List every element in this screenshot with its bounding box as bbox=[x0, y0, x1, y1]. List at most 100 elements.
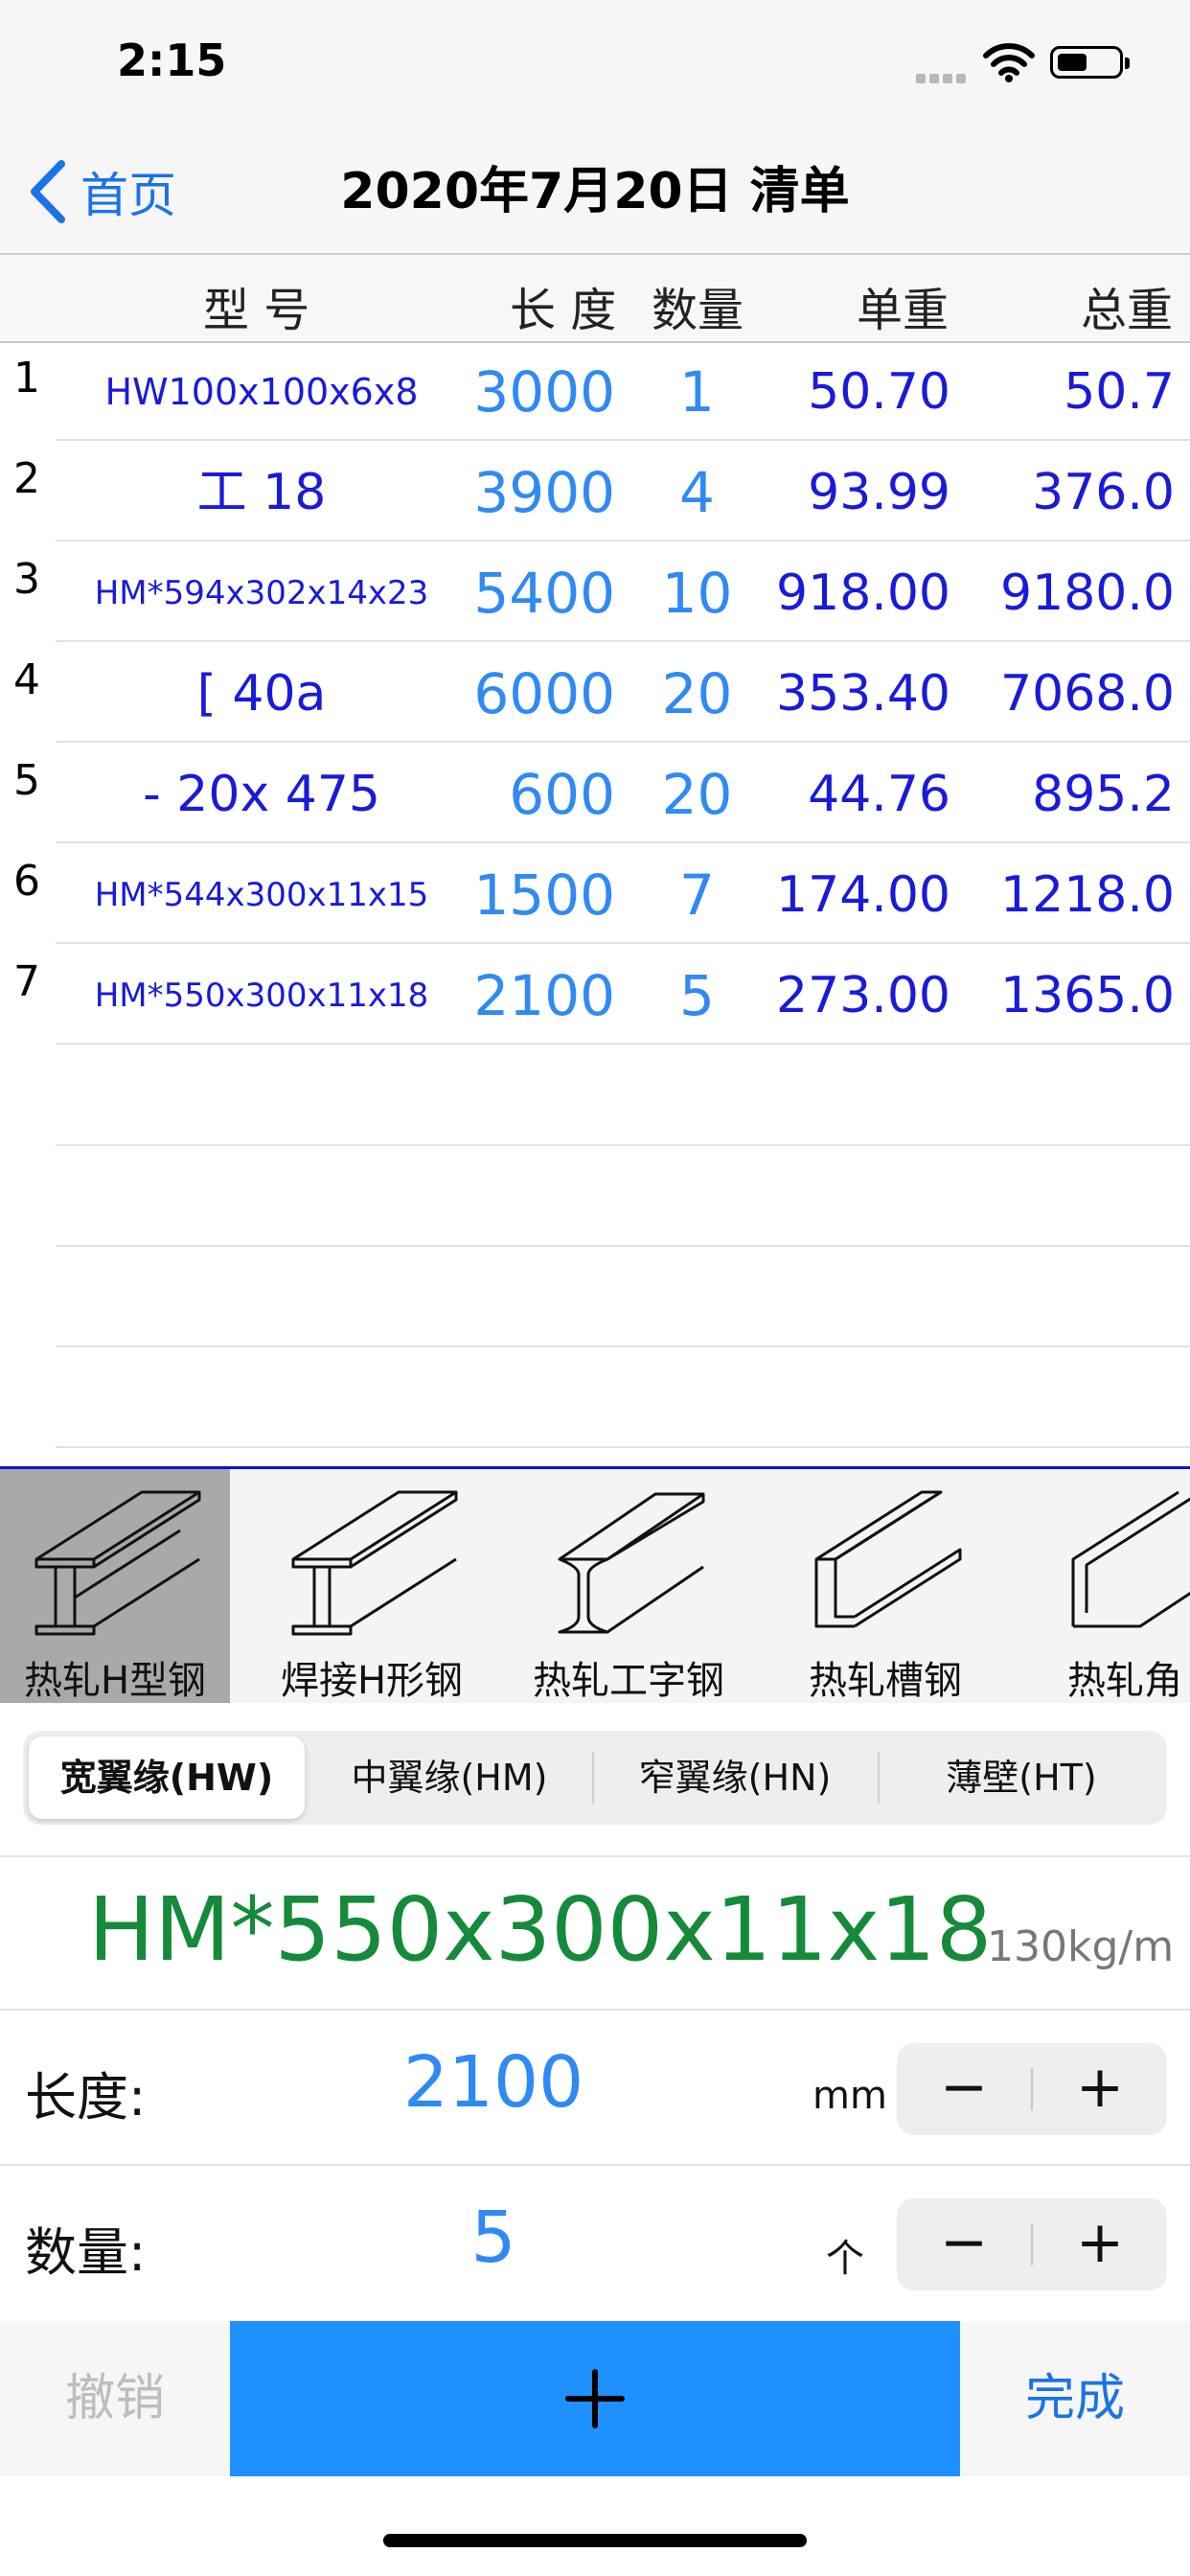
row-qty: 10 bbox=[661, 561, 733, 626]
row-length: 1500 bbox=[473, 862, 615, 928]
row-index: 3 bbox=[13, 555, 40, 604]
table-row[interactable]: 4 [ 40a 6000 20 353.40 7068.0 bbox=[0, 642, 1190, 743]
steel-type-label: 焊接H形钢 bbox=[280, 1659, 464, 1703]
row-total-weight: 7068.0 bbox=[1000, 665, 1175, 723]
angle-icon bbox=[1071, 1490, 1190, 1628]
empty-row-divider bbox=[56, 1245, 1190, 1247]
steel-type-label: 热轧工字钢 bbox=[533, 1659, 724, 1703]
flange-segmented-control: 宽翼缘(HW) 中翼缘(HM) 窄翼缘(HN) 薄壁(HT) bbox=[23, 1731, 1167, 1825]
row-length: 5400 bbox=[473, 561, 615, 626]
row-qty: 5 bbox=[679, 963, 715, 1028]
row-index: 1 bbox=[13, 354, 40, 402]
length-increment-button[interactable]: + bbox=[1033, 2043, 1167, 2135]
row-total-weight: 1218.0 bbox=[1000, 866, 1175, 924]
length-decrement-button[interactable]: − bbox=[897, 2043, 1031, 2135]
page-title: 2020年7月20日 清单 bbox=[340, 163, 850, 220]
steel-type-label: 热轧H型钢 bbox=[23, 1659, 207, 1703]
row-qty: 7 bbox=[679, 862, 715, 928]
length-label: 长度: bbox=[25, 2067, 147, 2128]
row-model: [ 40a bbox=[196, 665, 327, 723]
row-divider bbox=[56, 1043, 1190, 1045]
row-length: 6000 bbox=[473, 661, 615, 726]
table-row[interactable]: 7 HM*550x300x11x18 2100 5 273.00 1365.0 bbox=[0, 944, 1190, 1045]
row-unit-weight: 353.40 bbox=[776, 665, 950, 723]
row-index: 5 bbox=[13, 756, 40, 805]
undo-button[interactable]: 撤销 bbox=[0, 2321, 230, 2476]
segment-narrow-flange[interactable]: 窄翼缘(HN) bbox=[596, 1736, 874, 1819]
row-unit-weight: 44.76 bbox=[808, 766, 950, 823]
bottom-toolbar: 撤销 完成 bbox=[0, 2321, 1190, 2476]
qty-input[interactable]: 5 bbox=[364, 2196, 623, 2279]
empty-row-divider bbox=[56, 1144, 1190, 1146]
row-unit-weight: 50.70 bbox=[808, 363, 950, 421]
row-qty: 20 bbox=[661, 661, 733, 726]
row-model: HW100x100x6x8 bbox=[104, 371, 419, 413]
row-model: 工 18 bbox=[196, 464, 327, 521]
segment-divider bbox=[878, 1752, 880, 1804]
row-unit-weight: 273.00 bbox=[776, 967, 950, 1024]
row-total-weight: 1365.0 bbox=[1000, 967, 1175, 1024]
row-length: 600 bbox=[509, 762, 615, 827]
row-model: HM*550x300x11x18 bbox=[94, 977, 429, 1015]
qty-increment-button[interactable]: + bbox=[1033, 2198, 1167, 2290]
divider bbox=[0, 2009, 1190, 2011]
row-index: 6 bbox=[13, 857, 40, 906]
row-unit-weight: 93.99 bbox=[808, 464, 950, 521]
row-index: 7 bbox=[13, 957, 40, 1006]
column-header-unit-weight: 单重 bbox=[857, 284, 950, 337]
row-length: 2100 bbox=[473, 963, 615, 1028]
add-button[interactable] bbox=[230, 2321, 960, 2476]
plus-icon bbox=[565, 2369, 625, 2428]
welded-h-beam-icon bbox=[291, 1490, 458, 1636]
segment-wide-flange[interactable]: 宽翼缘(HW) bbox=[29, 1736, 305, 1819]
length-unit: mm bbox=[812, 2074, 887, 2118]
qty-label: 数量: bbox=[25, 2222, 147, 2283]
column-header-total-weight: 总重 bbox=[1081, 284, 1174, 337]
row-model: HM*594x302x14x23 bbox=[94, 574, 429, 612]
segment-thin-wall[interactable]: 薄壁(HT) bbox=[881, 1736, 1161, 1819]
length-stepper: − + bbox=[897, 2043, 1167, 2135]
row-total-weight: 895.2 bbox=[1032, 766, 1175, 823]
row-length: 3900 bbox=[473, 460, 615, 525]
segment-medium-flange[interactable]: 中翼缘(HM) bbox=[310, 1736, 588, 1819]
column-header-qty: 数量 bbox=[652, 284, 744, 337]
empty-row-divider bbox=[56, 1446, 1190, 1448]
spec-weight: 130kg/m bbox=[987, 1922, 1175, 1971]
row-unit-weight: 174.00 bbox=[776, 866, 950, 924]
done-button[interactable]: 完成 bbox=[960, 2321, 1190, 2476]
column-header-length: 长 度 bbox=[510, 284, 617, 337]
row-qty: 1 bbox=[679, 359, 715, 425]
segment-divider bbox=[592, 1752, 594, 1804]
row-index: 2 bbox=[13, 454, 40, 503]
row-total-weight: 9180.0 bbox=[1000, 564, 1175, 622]
battery-icon bbox=[1050, 46, 1130, 79]
row-unit-weight: 918.00 bbox=[776, 564, 950, 622]
length-input[interactable]: 2100 bbox=[364, 2041, 623, 2124]
empty-row-divider bbox=[56, 1346, 1190, 1347]
table-row[interactable]: 5 - 20x 475 600 20 44.76 895.2 bbox=[0, 743, 1190, 843]
table-row[interactable]: 6 HM*544x300x11x15 1500 7 174.00 1218.0 bbox=[0, 843, 1190, 944]
row-model: HM*544x300x11x15 bbox=[94, 876, 429, 914]
steel-type-angle[interactable]: 热轧角 bbox=[1027, 1469, 1190, 1703]
steel-type-hot-rolled-h[interactable]: 热轧H型钢 bbox=[0, 1469, 230, 1703]
table-header: 型 号 长 度 数量 单重 总重 bbox=[0, 253, 1190, 343]
steel-type-label: 热轧槽钢 bbox=[809, 1659, 962, 1703]
spec-value: HM*550x300x11x18 bbox=[88, 1878, 993, 1981]
divider bbox=[0, 1855, 1190, 1857]
status-time: 2:15 bbox=[117, 34, 227, 86]
steel-type-channel[interactable]: 热轧槽钢 bbox=[770, 1469, 1000, 1703]
row-qty: 20 bbox=[661, 762, 733, 827]
signal-icon bbox=[916, 69, 972, 83]
table-row[interactable]: 2 工 18 3900 4 93.99 376.0 bbox=[0, 441, 1190, 541]
row-length: 3000 bbox=[473, 359, 615, 425]
steel-type-i-beam[interactable]: 热轧工字钢 bbox=[514, 1469, 744, 1703]
qty-unit: 个 bbox=[826, 2237, 864, 2281]
channel-icon bbox=[814, 1490, 962, 1628]
column-header-model: 型 号 bbox=[203, 284, 310, 337]
h-beam-icon bbox=[34, 1490, 201, 1636]
qty-decrement-button[interactable]: − bbox=[897, 2198, 1031, 2290]
steel-type-welded-h[interactable]: 焊接H形钢 bbox=[257, 1469, 487, 1703]
table-row[interactable]: 3 HM*594x302x14x23 5400 10 918.00 9180.0 bbox=[0, 541, 1190, 642]
wifi-icon bbox=[983, 42, 1035, 82]
table-row[interactable]: 1 HW100x100x6x8 3000 1 50.70 50.7 bbox=[0, 340, 1190, 441]
